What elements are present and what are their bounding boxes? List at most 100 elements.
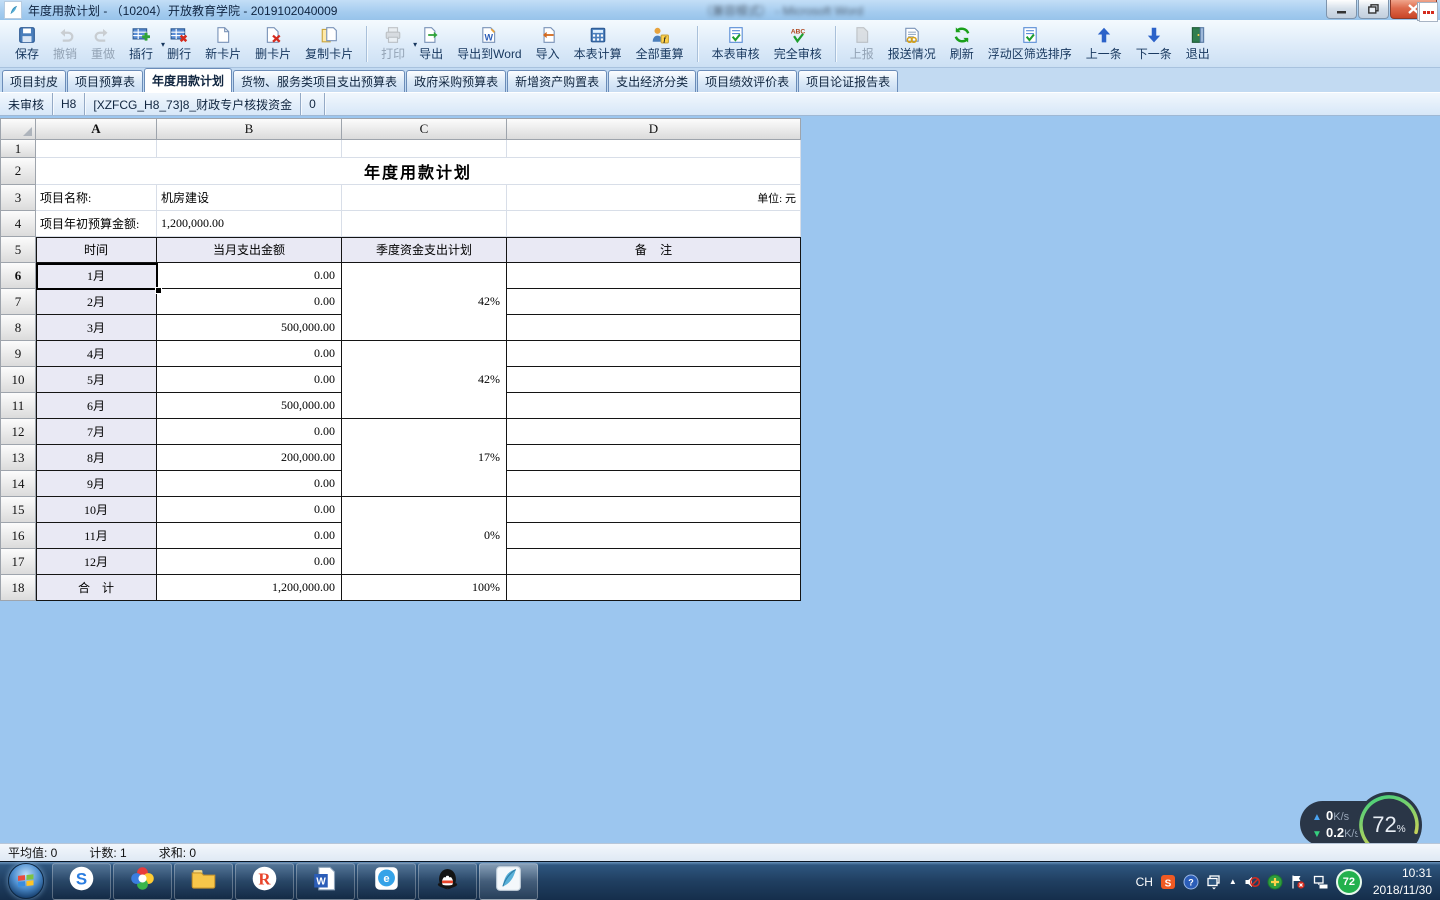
month-cell-14[interactable]: 9月 bbox=[36, 471, 157, 497]
show-hidden-icons-button[interactable]: ▲ bbox=[1229, 877, 1237, 886]
start-button[interactable] bbox=[0, 863, 52, 900]
month-cell-18[interactable]: 合 计 bbox=[36, 575, 157, 601]
delete-card-button[interactable]: 删卡片 bbox=[250, 24, 296, 64]
info-segment-2[interactable]: H8 bbox=[53, 93, 85, 115]
row-header-14[interactable]: 14 bbox=[0, 471, 36, 497]
remark-cell-13[interactable] bbox=[507, 445, 801, 471]
remark-cell-7[interactable] bbox=[507, 289, 801, 315]
spreadsheet-cell[interactable] bbox=[507, 140, 801, 158]
redo-button[interactable]: 重做 bbox=[86, 24, 120, 64]
tab-9[interactable]: 项目论证报告表 bbox=[798, 70, 898, 92]
spreadsheet-cell[interactable] bbox=[342, 140, 507, 158]
spreadsheet-cell[interactable] bbox=[36, 140, 157, 158]
project-name-value-cell[interactable]: 机房建设 bbox=[157, 185, 342, 211]
insert-row-button[interactable]: ▾插行 bbox=[124, 24, 158, 64]
table-header-time[interactable]: 时间 bbox=[36, 237, 157, 263]
new-card-button[interactable]: 新卡片 bbox=[200, 24, 246, 64]
amount-cell-18[interactable]: 1,200,000.00 bbox=[157, 575, 342, 601]
amount-cell-13[interactable]: 200,000.00 bbox=[157, 445, 342, 471]
spreadsheet-cell[interactable] bbox=[157, 140, 342, 158]
budget-value-cell[interactable]: 1,200,000.00 bbox=[157, 211, 342, 237]
security-shield-icon[interactable] bbox=[1267, 874, 1283, 890]
audit-table-button[interactable]: 本表审核 bbox=[707, 24, 765, 64]
remark-cell-11[interactable] bbox=[507, 393, 801, 419]
month-cell-15[interactable]: 10月 bbox=[36, 497, 157, 523]
row-header-12[interactable]: 12 bbox=[0, 419, 36, 445]
amount-cell-14[interactable]: 0.00 bbox=[157, 471, 342, 497]
amount-cell-11[interactable]: 500,000.00 bbox=[157, 393, 342, 419]
info-segment-4[interactable]: 0 bbox=[301, 93, 325, 115]
spreadsheet-cell[interactable] bbox=[342, 185, 507, 211]
network-status-icon[interactable] bbox=[1313, 874, 1329, 890]
volume-muted-icon[interactable] bbox=[1244, 874, 1260, 890]
import-button[interactable]: 导入 bbox=[531, 24, 565, 64]
taskbar-app-mail-feather[interactable] bbox=[479, 863, 538, 900]
project-name-label-cell[interactable]: 项目名称: bbox=[36, 185, 157, 211]
copy-card-button[interactable]: 复制卡片 bbox=[300, 24, 358, 64]
save-button[interactable]: 保存 bbox=[10, 24, 44, 64]
month-cell-8[interactable]: 3月 bbox=[36, 315, 157, 341]
month-cell-7[interactable]: 2月 bbox=[36, 289, 157, 315]
delete-row-button[interactable]: 删行 bbox=[162, 24, 196, 64]
tab-2[interactable]: 项目预算表 bbox=[67, 70, 143, 92]
row-header-6[interactable]: 6 bbox=[0, 263, 36, 289]
table-header-remark[interactable]: 备 注 bbox=[507, 237, 801, 263]
remark-cell-8[interactable] bbox=[507, 315, 801, 341]
tab-7[interactable]: 支出经济分类 bbox=[608, 70, 696, 92]
budget-label-cell[interactable]: 项目年初预算金额: bbox=[36, 211, 157, 237]
row-header-1[interactable]: 1 bbox=[0, 140, 36, 158]
row-header-16[interactable]: 16 bbox=[0, 523, 36, 549]
amount-cell-6[interactable]: 0.00 bbox=[157, 263, 342, 289]
row-header-5[interactable]: 5 bbox=[0, 237, 36, 263]
recalc-all-button[interactable]: f全部重算 bbox=[631, 24, 689, 64]
month-cell-17[interactable]: 12月 bbox=[36, 549, 157, 575]
more-options-button[interactable] bbox=[1419, 2, 1438, 22]
prev-item-button[interactable]: 上一条 bbox=[1081, 24, 1127, 64]
remark-cell-9[interactable] bbox=[507, 341, 801, 367]
tab-8[interactable]: 项目绩效评价表 bbox=[697, 70, 797, 92]
month-cell-13[interactable]: 8月 bbox=[36, 445, 157, 471]
row-header-18[interactable]: 18 bbox=[0, 575, 36, 601]
action-center-flag-icon[interactable] bbox=[1290, 874, 1306, 890]
tab-6[interactable]: 新增资产购置表 bbox=[507, 70, 607, 92]
amount-cell-15[interactable]: 0.00 bbox=[157, 497, 342, 523]
help-tray-icon[interactable]: ? bbox=[1183, 874, 1199, 890]
remark-cell-18[interactable] bbox=[507, 575, 801, 601]
remark-cell-17[interactable] bbox=[507, 549, 801, 575]
taskbar-app-r-app[interactable]: R bbox=[235, 863, 294, 900]
amount-cell-16[interactable]: 0.00 bbox=[157, 523, 342, 549]
quarter-cell-18[interactable]: 100% bbox=[342, 575, 507, 601]
month-cell-6[interactable]: 1月 bbox=[36, 263, 157, 289]
undo-button[interactable]: 撤销 bbox=[48, 24, 82, 64]
remark-cell-15[interactable] bbox=[507, 497, 801, 523]
row-header-8[interactable]: 8 bbox=[0, 315, 36, 341]
row-header-15[interactable]: 15 bbox=[0, 497, 36, 523]
remark-cell-6[interactable] bbox=[507, 263, 801, 289]
health-score-badge[interactable]: 72 bbox=[1336, 869, 1362, 895]
filter-sort-button[interactable]: 浮动区筛选排序 bbox=[983, 24, 1077, 64]
amount-cell-12[interactable]: 0.00 bbox=[157, 419, 342, 445]
taskbar-clock[interactable]: 10:31 2018/11/30 bbox=[1373, 865, 1432, 897]
remark-cell-14[interactable] bbox=[507, 471, 801, 497]
column-header-b[interactable]: B bbox=[157, 118, 342, 140]
amount-cell-9[interactable]: 0.00 bbox=[157, 341, 342, 367]
minimize-button[interactable] bbox=[1326, 0, 1357, 19]
column-header-d[interactable]: D bbox=[507, 118, 801, 140]
quarter-cell-12[interactable]: 17% bbox=[342, 419, 507, 497]
audit-full-button[interactable]: ABC完全审核 bbox=[769, 24, 827, 64]
column-header-c[interactable]: C bbox=[342, 118, 507, 140]
exit-button[interactable]: 退出 bbox=[1181, 24, 1215, 64]
language-indicator[interactable]: CH bbox=[1136, 875, 1153, 889]
table-header-amount[interactable]: 当月支出金额 bbox=[157, 237, 342, 263]
unit-cell[interactable]: 单位: 元 bbox=[507, 185, 801, 211]
table-header-quarter[interactable]: 季度资金支出计划 bbox=[342, 237, 507, 263]
remark-cell-12[interactable] bbox=[507, 419, 801, 445]
restore-button[interactable] bbox=[1358, 0, 1389, 19]
spreadsheet-cell[interactable] bbox=[507, 211, 801, 237]
quarter-cell-15[interactable]: 0% bbox=[342, 497, 507, 575]
month-cell-9[interactable]: 4月 bbox=[36, 341, 157, 367]
amount-cell-8[interactable]: 500,000.00 bbox=[157, 315, 342, 341]
quarter-cell-9[interactable]: 42% bbox=[342, 341, 507, 419]
ime-panel-icon[interactable] bbox=[1206, 874, 1222, 890]
calc-table-button[interactable]: 本表计算 bbox=[569, 24, 627, 64]
